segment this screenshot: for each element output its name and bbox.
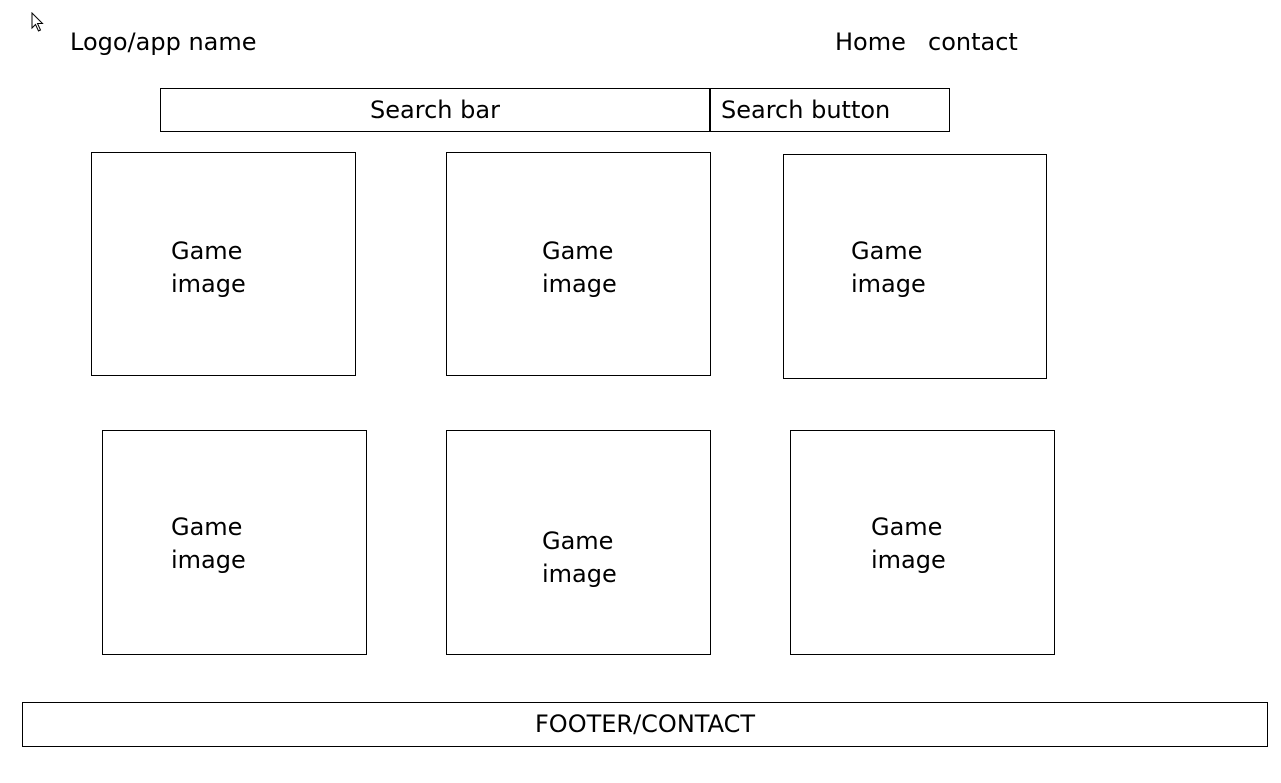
search-input[interactable] — [160, 88, 710, 132]
logo-app-name[interactable]: Logo/app name — [70, 27, 257, 57]
game-image-placeholder: Game image — [542, 527, 617, 588]
game-card[interactable]: Game image — [446, 430, 711, 655]
game-card[interactable]: Game image — [102, 430, 367, 655]
nav-contact-link[interactable]: contact — [928, 27, 1018, 57]
mouse-pointer-icon — [31, 12, 44, 32]
nav-home-link[interactable]: Home — [835, 27, 906, 57]
game-image-placeholder: Game image — [871, 513, 946, 574]
game-image-placeholder: Game image — [171, 513, 246, 574]
search-button[interactable]: Search button — [710, 88, 950, 132]
game-card[interactable]: Game image — [783, 154, 1047, 379]
game-card[interactable]: Game image — [446, 152, 711, 376]
game-image-placeholder: Game image — [851, 237, 926, 298]
game-image-placeholder: Game image — [171, 237, 246, 298]
game-image-placeholder: Game image — [542, 237, 617, 298]
footer-contact[interactable]: FOOTER/CONTACT — [22, 702, 1268, 747]
game-card[interactable]: Game image — [91, 152, 356, 376]
game-card[interactable]: Game image — [790, 430, 1055, 655]
